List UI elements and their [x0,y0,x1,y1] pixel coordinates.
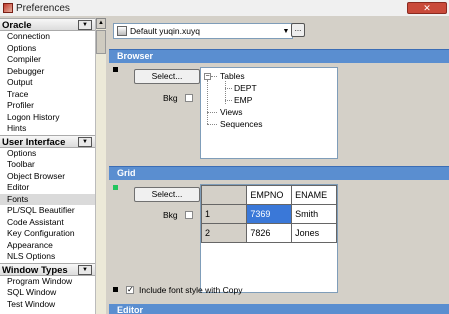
sidebar-item[interactable]: NLS Options [0,251,95,263]
sidebar-item[interactable]: Options [0,43,95,55]
sidebar-item[interactable]: Debugger [0,66,95,78]
title-bar: Preferences ✕ [0,0,449,16]
settings-panel: Default yuqin.xuyq ▼ ... Browser Select.… [109,18,449,314]
editor-section-header: Editor [109,304,449,314]
sidebar-scrollbar[interactable]: ▲ [95,18,106,314]
grid-select-button[interactable]: Select... [134,187,200,202]
browser-bkg-checkbox[interactable] [185,94,193,102]
grid-cell[interactable]: Jones [291,223,337,243]
browser-marker [113,67,118,72]
category-window-types[interactable]: Window Types ▼ [0,262,95,276]
scroll-up-icon[interactable]: ▲ [96,18,106,29]
profile-icon [117,26,127,36]
sidebar-item[interactable]: Trace [0,89,95,101]
grid-bkg-checkbox[interactable] [185,211,193,219]
include-font-style-checkbox[interactable]: ✓ [126,286,134,294]
app-icon [3,3,13,13]
sidebar-item[interactable]: Editor [0,182,95,194]
category-label: Oracle [2,20,32,31]
category-user-interface[interactable]: User Interface ▼ [0,134,95,148]
sidebar-item[interactable]: Hints [0,123,95,135]
grid-corner [200,185,248,205]
tree-node-views[interactable]: Views [220,107,243,117]
sidebar-item[interactable]: Output [0,77,95,89]
copy-marker [113,287,118,292]
sidebar-item[interactable]: Profiler [0,100,95,112]
profile-bar: Default yuqin.xuyq ▼ ... [109,18,449,46]
profile-more-button[interactable]: ... [291,23,305,37]
category-label: User Interface [2,136,66,148]
tree-node-dept[interactable]: DEPT [234,83,257,93]
sidebar-item[interactable]: Program Window [0,276,95,288]
sidebar-item[interactable]: Code Assistant [0,217,95,229]
tree-node-tables[interactable]: Tables [220,71,245,81]
grid-cell[interactable]: 7826 [246,223,293,243]
profile-select[interactable]: Default yuqin.xuyq ▼ [113,23,293,39]
sidebar-item[interactable]: SQL Window [0,287,95,299]
sidebar-item[interactable]: PL/SQL Beautifier [0,205,95,217]
collapse-icon[interactable]: ▼ [78,20,92,30]
browser-select-button[interactable]: Select... [134,69,200,84]
window-title: Preferences [16,2,70,14]
row-number[interactable]: 1 [200,204,248,224]
sidebar-item[interactable]: Logon History [0,112,95,124]
sidebar-item[interactable]: Compiler [0,54,95,66]
sidebar-item[interactable]: Toolbar [0,159,95,171]
grid-preview: EMPNO ENAME 1 7369 Smith 2 7826 Jones [200,184,338,293]
sidebar-item[interactable]: Key Configuration [0,228,95,240]
collapse-icon[interactable]: − [204,73,211,80]
browser-bkg-label: Bkg [163,93,178,103]
browser-section-header: Browser [109,49,449,63]
column-header[interactable]: EMPNO [246,185,293,205]
category-label: Window Types [2,264,68,276]
grid-section-header: Grid [109,166,449,180]
row-number[interactable]: 2 [200,223,248,243]
sidebar-item[interactable]: Object Browser [0,171,95,183]
browser-tree: − Tables DEPT EMP Views Sequences [200,67,338,159]
grid-marker [113,185,118,190]
sidebar-item-fonts[interactable]: Fonts [0,193,95,205]
grid-bkg-label: Bkg [163,210,178,220]
category-panel: Oracle ▼ Connection Options Compiler Deb… [0,18,106,314]
grid-cell[interactable]: 7369 [246,204,293,224]
profile-value: Default yuqin.xuyq [130,26,200,36]
tree-node-emp[interactable]: EMP [234,95,252,105]
tree-node-sequences[interactable]: Sequences [220,119,263,129]
collapse-icon[interactable]: ▼ [78,264,92,275]
grid-table: EMPNO ENAME 1 7369 Smith 2 7826 Jones [200,185,337,243]
sidebar-item[interactable]: Options [0,148,95,160]
sidebar-item[interactable]: Test Window [0,299,95,311]
include-font-style-label: Include font style with Copy [139,285,243,295]
collapse-icon[interactable]: ▼ [78,136,92,147]
grid-cell[interactable]: Smith [291,204,337,224]
sidebar-item[interactable]: Appearance [0,240,95,252]
close-button[interactable]: ✕ [407,2,447,14]
scroll-thumb[interactable] [96,30,106,54]
sidebar-item[interactable]: Connection [0,31,95,43]
category-oracle[interactable]: Oracle ▼ [0,18,95,31]
column-header[interactable]: ENAME [291,185,337,205]
